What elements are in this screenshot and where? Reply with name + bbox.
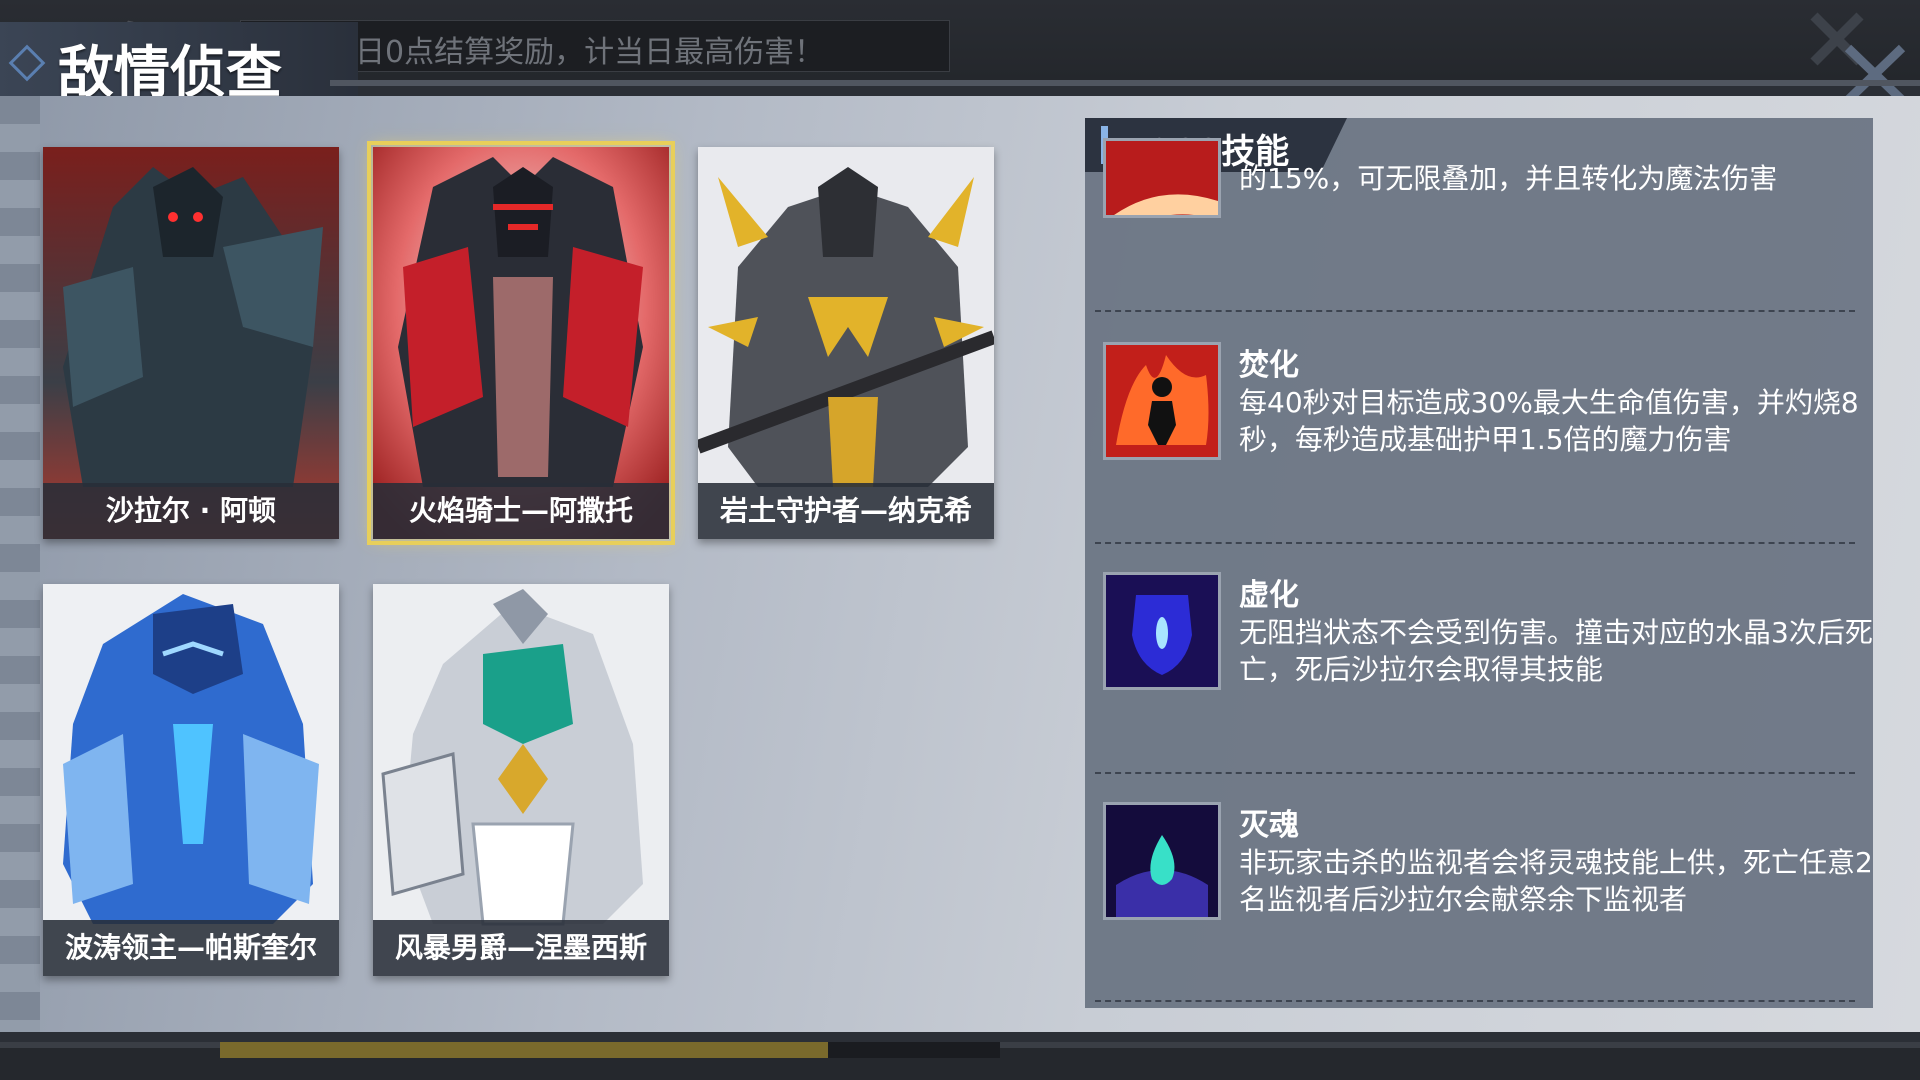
close-button[interactable] [1800,6,1910,106]
skill-description: 无阻挡状态不会受到伤害。撞击对应的水晶3次后死亡，死后沙拉尔会取得其技能 [1239,616,1873,686]
skill-name: 焚化 [1239,348,1299,383]
skill-description: 非玩家击杀的监视者会将灵魂技能上供，死亡任意2名监视者后沙拉尔会献祭余下监视者 [1239,846,1873,916]
progress-fill [220,1042,829,1058]
boss-portrait [43,584,339,976]
boss-skills-panel[interactable]: BOSS技能 的15%，可无限叠加，并且转化为魔法伤害 焚化 每40秒对目标造成… [1085,118,1873,1008]
skill-item: 焚化 每40秒对目标造成30%最大生命值伤害，并灼烧8秒，每秒造成基础护甲1.5… [1103,342,1859,542]
boss-portrait [698,147,994,539]
skill-divider [1095,542,1855,544]
boss-card-flame-knight[interactable]: 火焰骑士—阿撒托 [367,141,675,545]
skill-divider [1095,772,1855,774]
skill-description: 每40秒对目标造成30%最大生命值伤害，并灼烧8秒，每秒造成基础护甲1.5倍的魔… [1239,386,1859,456]
boss-card-wave-lord[interactable]: 波涛领主—帕斯奎尔 [43,584,339,976]
header-divider [330,80,1920,86]
boss-portrait [373,147,669,539]
close-icon [1810,12,1906,104]
page-title-tab: 敌情侦查 [0,22,358,106]
boss-name: 火焰骑士—阿撒托 [373,483,669,539]
skill-divider [1095,310,1855,312]
flame-slash-icon [1103,138,1221,218]
skill-item: 灭魂 非玩家击杀的监视者会将灵魂技能上供，死亡任意2名监视者后沙拉尔会献祭余下监… [1103,802,1873,1002]
bottom-bar [0,1042,1920,1080]
boss-name: 风暴男爵—涅墨西斯 [373,920,669,976]
void-shield-icon [1103,572,1221,690]
progress-bar [220,1042,1000,1058]
skill-divider [1095,1000,1855,1002]
boss-card-sharal[interactable]: 沙拉尔 · 阿顿 [43,147,339,539]
burning-figure-icon [1103,342,1221,460]
boss-card-storm-baron[interactable]: 风暴男爵—涅墨西斯 [373,584,669,976]
skill-name: 灭魂 [1239,808,1299,843]
notice-text: 每日0点结算奖励，计当日最高伤害！ [325,35,825,70]
boss-portrait [43,147,339,539]
boss-name: 岩土守护者—纳克希 [698,483,994,539]
boss-portrait [373,584,669,976]
skill-description: 的15%，可无限叠加，并且转化为魔法伤害 [1239,162,1778,195]
boss-card-earth-guardian[interactable]: 岩土守护者—纳克希 [698,147,994,539]
boss-name: 波涛领主—帕斯奎尔 [43,920,339,976]
skill-name: 虚化 [1239,578,1299,613]
boss-name: 沙拉尔 · 阿顿 [43,483,339,539]
skill-item: 虚化 无阻挡状态不会受到伤害。撞击对应的水晶3次后死亡，死后沙拉尔会取得其技能 [1103,572,1873,772]
diamond-icon [8,44,46,82]
soul-flame-icon [1103,802,1221,920]
skill-item: 的15%，可无限叠加，并且转化为魔法伤害 [1103,138,1843,338]
